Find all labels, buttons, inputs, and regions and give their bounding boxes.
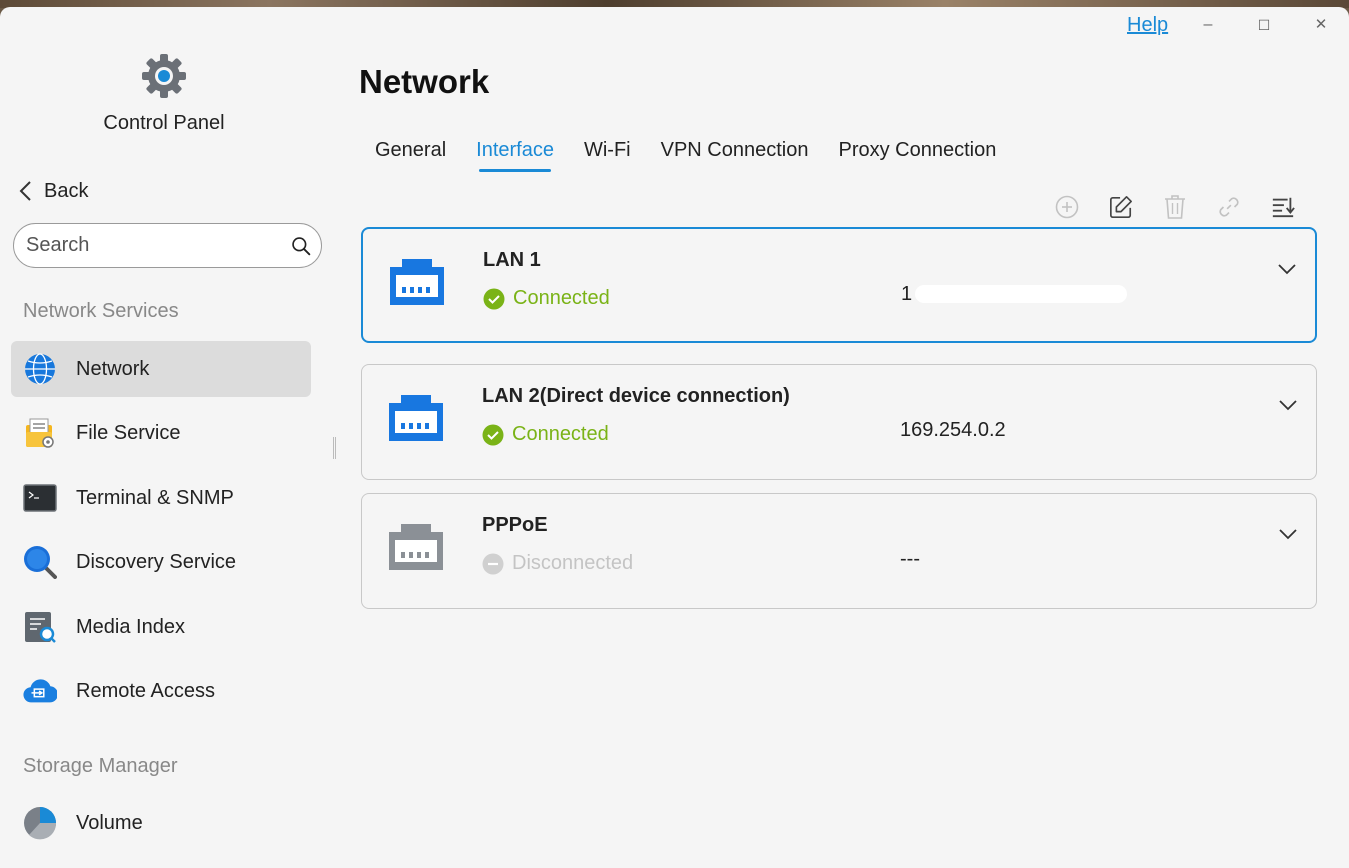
sidebar-item-label: Remote Access (76, 679, 215, 702)
minimize-button[interactable]: – (1193, 13, 1223, 37)
file-service-icon (23, 416, 57, 450)
interface-ip: 169.254.0.2 (900, 419, 1006, 441)
sidebar-item-remote-access[interactable]: Remote Access (11, 663, 311, 719)
interface-status-label: Disconnected (512, 552, 634, 574)
sidebar-item-label: Media Index (76, 615, 185, 638)
sidebar-item-volume[interactable]: Volume (11, 795, 311, 851)
interface-ip: --- (900, 548, 920, 570)
search-box[interactable] (13, 223, 322, 268)
sidebar-item-label: File Service (76, 421, 181, 444)
interface-status-label: Connected (512, 423, 609, 445)
minus-circle-icon (482, 553, 504, 574)
help-link[interactable]: Help (1127, 14, 1168, 37)
sidebar-item-label: Terminal & SNMP (76, 486, 234, 509)
interface-card-lan1[interactable]: LAN 1 Connected 1 (361, 227, 1317, 343)
sidebar-item-label: Discovery Service (76, 550, 237, 573)
volume-icon (23, 806, 57, 840)
back-label: Back (44, 179, 89, 202)
tab-wifi[interactable]: Wi-Fi (569, 135, 646, 174)
chevron-down-icon[interactable] (1278, 395, 1298, 415)
link-icon[interactable] (1217, 193, 1241, 221)
interface-card-lan2[interactable]: LAN 2(Direct device connection) Connecte… (361, 364, 1317, 480)
section-heading-storage-manager: Storage Manager (23, 755, 178, 777)
close-button[interactable]: ✕ (1306, 13, 1336, 37)
control-panel-window: Help – ☐ ✕ Control Panel Back Search Net… (0, 7, 1349, 868)
sort-icon[interactable] (1271, 193, 1295, 221)
media-index-icon (23, 610, 57, 644)
search-input[interactable] (26, 234, 291, 257)
chevron-down-icon[interactable] (1278, 524, 1298, 544)
search-icon[interactable] (291, 234, 311, 258)
gear-icon (142, 54, 186, 98)
interface-status: Connected (482, 423, 609, 446)
interface-ip: 1 (901, 283, 913, 305)
sidebar-resize-handle[interactable] (333, 437, 336, 459)
chevron-left-icon (19, 181, 31, 201)
tab-vpn-connection[interactable]: VPN Connection (646, 135, 824, 174)
chevron-down-icon[interactable] (1277, 259, 1297, 279)
sidebar-item-media-index[interactable]: Media Index (11, 599, 311, 655)
check-circle-icon (482, 424, 504, 445)
sidebar-item-discovery-service[interactable]: Discovery Service (11, 534, 311, 590)
terminal-icon (23, 481, 57, 515)
sidebar-item-file-service[interactable]: File Service (11, 405, 311, 461)
app-title: Control Panel (103, 112, 225, 134)
sidebar-item-network[interactable]: Network (11, 341, 311, 397)
toolbar (1055, 193, 1295, 221)
tab-general[interactable]: General (360, 135, 461, 174)
sidebar-item-label: Network (76, 357, 150, 380)
interface-status: Connected (483, 287, 610, 310)
ethernet-port-icon (389, 524, 443, 570)
section-heading-network-services: Network Services (23, 300, 179, 322)
interface-status: Disconnected (482, 552, 633, 575)
redacted-ip-overlay (915, 285, 1127, 303)
delete-icon[interactable] (1163, 193, 1187, 221)
interface-status-label: Connected (513, 287, 610, 309)
tab-proxy-connection[interactable]: Proxy Connection (824, 135, 1012, 174)
sidebar: Control Panel Back Network Services (0, 7, 340, 868)
sidebar-item-label: Volume (76, 811, 143, 834)
ethernet-port-icon (389, 395, 443, 441)
interface-name: PPPoE (482, 514, 548, 536)
add-icon[interactable] (1055, 193, 1079, 221)
interface-card-pppoe[interactable]: PPPoE Disconnected --- (361, 493, 1317, 609)
interface-name: LAN 2(Direct device connection) (482, 385, 790, 407)
discovery-icon (23, 545, 57, 579)
sidebar-item-terminal-snmp[interactable]: Terminal & SNMP (11, 470, 311, 526)
tab-bar: General Interface Wi-Fi VPN Connection P… (360, 135, 1011, 174)
globe-icon (23, 352, 57, 386)
interface-name: LAN 1 (483, 249, 541, 271)
ethernet-port-icon (390, 259, 444, 305)
remote-access-icon (23, 674, 57, 708)
check-circle-icon (483, 288, 505, 309)
edit-icon[interactable] (1109, 193, 1133, 221)
maximize-button[interactable]: ☐ (1249, 13, 1279, 37)
tab-interface[interactable]: Interface (461, 135, 569, 174)
page-title: Network (359, 63, 490, 100)
back-button[interactable]: Back (18, 177, 88, 205)
